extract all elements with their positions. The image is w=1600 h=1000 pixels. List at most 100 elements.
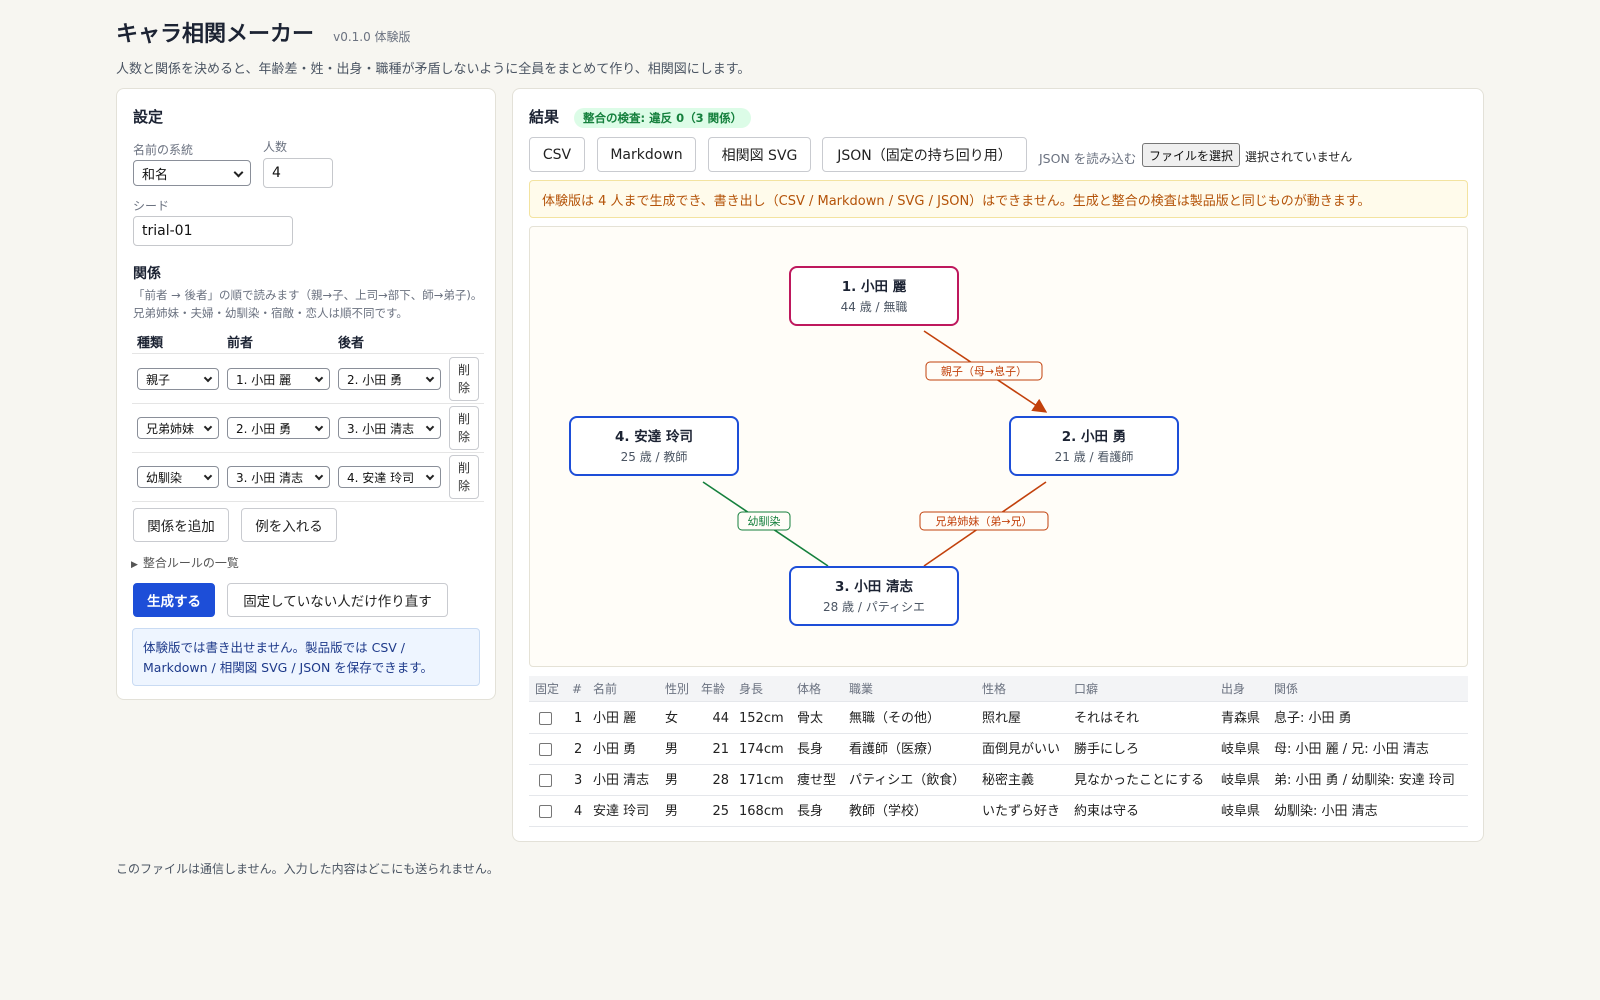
table-row: 3 小田 清志 男 28 171cm 痩せ型 パティシエ（飲食） 秘密主義 見な…	[529, 765, 1468, 796]
app-page: キャラ相関メーカー v0.1.0 体験版 人数と関係を決めると、年齢差・姓・出身…	[0, 0, 1600, 1000]
table-row: 1 小田 麗 女 44 152cm 骨太 無職（その他） 照れ屋 それはそれ 青…	[529, 703, 1468, 734]
count-label: 人数	[263, 140, 288, 154]
export-json-button[interactable]: JSON（固定の持ち回り用）	[822, 137, 1027, 172]
results-title: 結果	[529, 108, 560, 126]
relation-type-select[interactable]: 幼馴染	[137, 466, 219, 488]
insert-example-button[interactable]: 例を入れる	[241, 508, 337, 542]
app-title-row: キャラ相関メーカー v0.1.0 体験版	[116, 16, 750, 48]
regenerate-unpinned-button[interactable]: 固定していない人だけ作り直す	[227, 583, 448, 617]
file-choose-button[interactable]: ファイルを選択	[1142, 143, 1241, 167]
table-header: 固定 # 名前 性別 年齢 身長 体格 職業 性格 口癖 出身 関係	[529, 676, 1468, 702]
node-name: 1. 小田 麗	[842, 279, 907, 295]
file-status: 選択されていません	[1245, 150, 1353, 164]
generate-button[interactable]: 生成する	[133, 583, 215, 617]
relations-divider	[132, 452, 484, 453]
cell-job: パティシエ（飲食）	[849, 773, 966, 788]
pin-checkbox[interactable]	[539, 743, 552, 756]
cell-name: 安達 玲司	[593, 804, 650, 819]
col-build: 体格	[797, 682, 822, 696]
cell-build: 長身	[797, 804, 824, 819]
table-row: 2 小田 勇 男 21 174cm 長身 看護師（医療） 面倒見がいい 勝手にし…	[529, 734, 1468, 765]
settings-title: 設定	[133, 108, 164, 126]
export-svg-button[interactable]: 相関図 SVG	[708, 137, 811, 172]
cell-job: 看護師（医療）	[849, 742, 941, 757]
node-subtitle: 28 歳 / パティシエ	[823, 600, 925, 614]
privacy-footer: このファイルは通信しません。入力した内容はどこにも送られません。	[116, 862, 499, 876]
cell-job: 無職（その他）	[849, 711, 941, 726]
export-csv-button[interactable]: CSV	[529, 137, 585, 172]
edge-label-text: 親子（母→息子）	[941, 364, 1027, 378]
add-relation-button[interactable]: 関係を追加	[133, 508, 229, 542]
cell-name: 小田 勇	[593, 742, 637, 757]
cell-personality: 面倒見がいい	[982, 742, 1061, 757]
node-subtitle: 21 歳 / 看護師	[1055, 449, 1134, 464]
relation-to-select[interactable]: 4. 安達 玲司	[338, 466, 441, 488]
cell-build: 痩せ型	[797, 773, 837, 788]
node-3: 3. 小田 清志 28 歳 / パティシエ	[789, 566, 959, 626]
cell-age: 21	[712, 742, 729, 757]
edge-label-childhood-friends: 幼馴染	[737, 511, 791, 531]
cell-relations: 息子: 小田 勇	[1274, 711, 1352, 726]
cell-relations: 弟: 小田 勇 / 幼馴染: 安達 玲司	[1274, 773, 1455, 788]
cell-catchphrase: 見なかったことにする	[1074, 773, 1205, 788]
relation-from-select[interactable]: 2. 小田 勇	[227, 417, 330, 439]
col-number: #	[572, 682, 583, 696]
seed-label: シード	[133, 199, 170, 213]
col-name: 名前	[593, 682, 618, 696]
cell-relations: 母: 小田 麗 / 兄: 小田 清志	[1274, 742, 1429, 757]
cell-age: 44	[712, 711, 729, 726]
relation-to-select[interactable]: 2. 小田 勇	[338, 368, 441, 390]
cell-build: 長身	[797, 742, 824, 757]
cell-origin: 岐阜県	[1221, 742, 1261, 757]
relation-delete-button[interactable]: 削除	[449, 357, 479, 401]
cell-sex: 男	[665, 773, 679, 788]
rules-toggle[interactable]: ▶ 整合ルールの一覧	[131, 554, 239, 571]
node-4: 4. 安達 玲司 25 歳 / 教師	[569, 416, 739, 476]
col-sex: 性別	[665, 682, 690, 696]
app-version: v0.1.0 体験版	[333, 30, 411, 44]
pin-checkbox[interactable]	[539, 774, 552, 787]
cell-sex: 男	[665, 742, 679, 757]
pin-checkbox[interactable]	[539, 805, 552, 818]
relation-delete-button[interactable]: 削除	[449, 406, 479, 450]
cell-number: 2	[574, 742, 583, 757]
edge-label-siblings: 兄弟姉妹（弟→兄）	[919, 511, 1049, 531]
col-pin: 固定	[535, 682, 560, 696]
cell-age: 28	[712, 773, 729, 788]
rules-toggle-label: 整合ルールの一覧	[142, 556, 239, 570]
cell-personality: 秘密主義	[982, 773, 1035, 788]
col-job: 職業	[849, 682, 874, 696]
count-input[interactable]: 4	[263, 158, 333, 188]
relations-divider	[132, 501, 484, 502]
relation-from-select[interactable]: 1. 小田 麗	[227, 368, 330, 390]
name-system-label: 名前の系統	[133, 143, 194, 157]
cell-catchphrase: それはそれ	[1074, 711, 1140, 726]
cell-sex: 女	[665, 711, 679, 726]
name-system-select[interactable]: 和名	[133, 160, 251, 186]
check-status-badge: 整合の検査: 違反 0（3 関係）	[574, 108, 752, 128]
cell-number: 4	[574, 804, 583, 819]
relation-from-select[interactable]: 3. 小田 清志	[227, 466, 330, 488]
node-1: 1. 小田 麗 44 歳 / 無職	[789, 266, 959, 326]
node-2: 2. 小田 勇 21 歳 / 看護師	[1009, 416, 1179, 476]
cell-height: 168cm	[739, 804, 784, 819]
node-subtitle: 44 歳 / 無職	[841, 299, 908, 314]
cell-job: 教師（学校）	[849, 804, 928, 819]
col-relations: 関係	[1274, 682, 1299, 696]
relation-to-select[interactable]: 3. 小田 清志	[338, 417, 441, 439]
edge-label-text: 兄弟姉妹（弟→兄）	[935, 514, 1032, 528]
cell-personality: 照れ屋	[982, 711, 1022, 726]
relation-type-select[interactable]: 親子	[137, 368, 219, 390]
relation-delete-button[interactable]: 削除	[449, 455, 479, 499]
export-markdown-button[interactable]: Markdown	[597, 137, 696, 172]
cell-origin: 青森県	[1221, 711, 1261, 726]
relation-type-select[interactable]: 兄弟姉妹	[137, 417, 219, 439]
node-subtitle: 25 歳 / 教師	[621, 449, 688, 464]
edge-label-text: 幼馴染	[748, 514, 781, 528]
cell-name: 小田 麗	[593, 711, 637, 726]
cell-sex: 男	[665, 804, 679, 819]
app-title: キャラ相関メーカー	[116, 22, 315, 47]
seed-input[interactable]: trial-01	[133, 216, 293, 246]
cell-catchphrase: 約束は守る	[1074, 804, 1140, 819]
pin-checkbox[interactable]	[539, 712, 552, 725]
